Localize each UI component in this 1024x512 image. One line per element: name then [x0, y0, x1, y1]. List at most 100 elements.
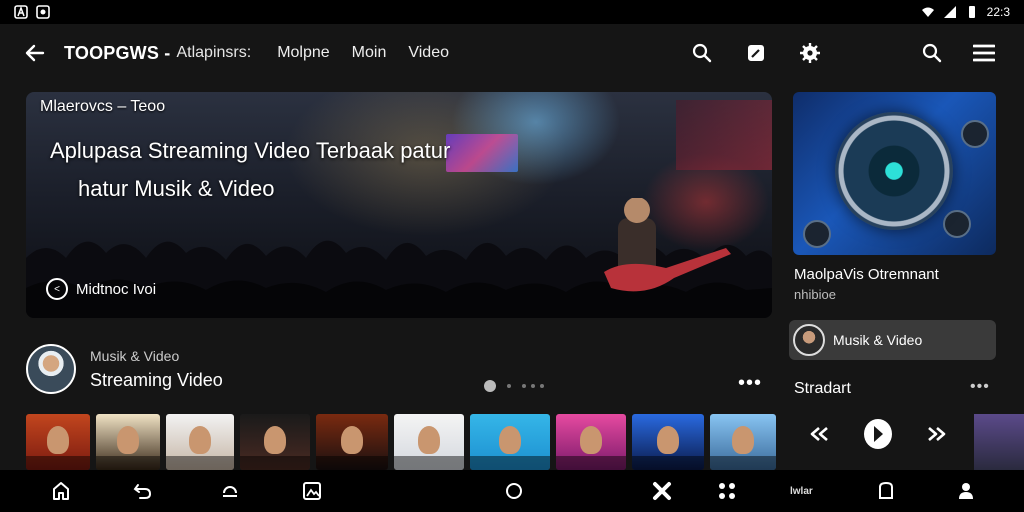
notification-a-icon — [14, 5, 28, 19]
apps-button[interactable] — [716, 480, 738, 502]
play-pause-button[interactable] — [864, 419, 892, 449]
avatar — [793, 324, 825, 356]
hero-headline-line2: hatur Musik & Video — [78, 176, 275, 201]
more-options-button[interactable]: ••• — [738, 372, 762, 395]
app-bar-actions — [684, 35, 1002, 71]
thumbnail-figure — [580, 426, 602, 454]
hero-badge-label: Midtnoc Ivoi — [76, 280, 157, 298]
concert-crowd-image — [26, 198, 772, 318]
hero-badge[interactable]: < Midtnoc Ivoi — [46, 278, 156, 300]
video-thumbnail[interactable] — [240, 414, 310, 470]
thumbnail-figure — [117, 426, 139, 454]
back-button[interactable] — [22, 40, 48, 66]
speaker-knob — [961, 120, 989, 148]
thumbnail-caption-band — [240, 456, 310, 470]
side-thumbnail[interactable] — [974, 414, 1024, 470]
video-thumbnail[interactable] — [394, 414, 464, 470]
edit-button[interactable] — [738, 35, 774, 71]
player-more-button[interactable]: ••• — [970, 378, 990, 396]
circle-icon — [506, 483, 522, 499]
user-icon — [959, 483, 973, 499]
channel-profile[interactable]: Musik & Video Streaming Video — [26, 344, 223, 394]
carousel-dot — [540, 384, 544, 388]
channel-text: Musik & Video Streaming Video — [90, 348, 223, 391]
hero-banner[interactable]: Mlaerovcs – Teoo Aplupasa Streaming Vide… — [26, 92, 772, 318]
thumbnail-caption-band — [394, 456, 464, 470]
thumbnail-caption-band — [166, 456, 234, 470]
video-thumbnail[interactable] — [632, 414, 704, 470]
circle-home-button[interactable] — [503, 480, 525, 502]
bottom-navigation: lwlar — [0, 470, 1024, 512]
video-thumbnail[interactable] — [96, 414, 160, 470]
thumbnail-figure — [499, 426, 521, 454]
status-bar: 22:3 — [0, 0, 1024, 24]
channel-category: Musik & Video — [90, 347, 180, 364]
avatar — [26, 344, 76, 394]
fast-forward-icon — [928, 427, 946, 441]
speaker-knob — [803, 220, 831, 248]
home-button[interactable] — [50, 480, 72, 502]
thumbnail-caption-band — [26, 456, 90, 470]
app-subtitle: Atlapinsrs: — [176, 44, 252, 61]
video-thumbnail[interactable] — [710, 414, 776, 470]
arrow-left-icon — [25, 44, 45, 62]
category-chip[interactable]: Musik & Video — [789, 320, 996, 360]
app-title: TOOPGWS - — [64, 42, 171, 63]
menu-button[interactable] — [966, 35, 1002, 71]
hero-headline-line1: Aplupasa Streaming Video Terbaak patur — [50, 138, 451, 163]
search-button[interactable] — [684, 35, 720, 71]
thumbnail-figure — [264, 426, 286, 454]
search-icon — [922, 43, 942, 63]
category-chip-label: Musik & Video — [833, 332, 923, 348]
search-button-secondary[interactable] — [914, 35, 950, 71]
video-thumbnail[interactable] — [556, 414, 626, 470]
stage-screen-right — [676, 100, 772, 170]
search-icon — [692, 43, 712, 63]
carousel-dot — [531, 384, 535, 388]
thumbnail-caption-band — [710, 456, 776, 470]
puzzle-button[interactable] — [651, 480, 673, 502]
settings-button[interactable] — [792, 35, 828, 71]
signal-icon — [943, 6, 956, 18]
thumbnail-figure — [47, 426, 69, 454]
undo-button[interactable] — [132, 480, 154, 502]
carousel-indicator[interactable] — [484, 380, 544, 392]
featured-album-card[interactable] — [793, 92, 996, 255]
speaker-knob — [943, 210, 971, 238]
hero-headline: Aplupasa Streaming Video Terbaak patur h… — [50, 132, 570, 208]
previous-button[interactable] — [806, 420, 834, 448]
thumbnail-figure — [189, 426, 211, 454]
nav-item-moin[interactable]: Moin — [352, 44, 387, 62]
gear-icon — [800, 43, 820, 63]
gallery-button[interactable] — [301, 480, 323, 502]
thumbnail-figure — [418, 426, 440, 454]
hero-kicker: Mlaerovcs – Teoo — [40, 98, 166, 115]
top-app-bar: TOOPGWS - Atlapinsrs: Molpne Moin Video — [0, 24, 1024, 82]
refresh-button[interactable] — [219, 480, 241, 502]
thumbnail-caption-band — [470, 456, 550, 470]
video-thumbnail[interactable] — [26, 414, 90, 470]
video-thumbnail[interactable] — [166, 414, 234, 470]
edit-icon — [748, 45, 764, 61]
battery-icon — [968, 6, 975, 18]
thumbnail-figure — [341, 426, 363, 454]
thumbnail-caption-band — [316, 456, 388, 470]
profile-button[interactable] — [955, 480, 977, 502]
video-thumbnail[interactable] — [316, 414, 388, 470]
carousel-dot-active — [484, 380, 496, 392]
vinyl-disc-image — [835, 112, 953, 230]
nav-item-video[interactable]: Video — [408, 44, 449, 62]
home-icon — [53, 482, 69, 500]
shield-button[interactable] — [875, 480, 897, 502]
video-thumbnail-row — [26, 414, 776, 470]
bottom-nav-mini-label[interactable]: lwlar — [790, 486, 813, 497]
player-section-title: Stradart — [794, 380, 851, 397]
carousel-dot — [507, 384, 511, 388]
video-thumbnail[interactable] — [470, 414, 550, 470]
next-button[interactable] — [922, 420, 950, 448]
apps-grid-icon — [719, 483, 735, 499]
top-nav: Molpne Moin Video — [277, 44, 449, 62]
notification-image-icon — [36, 5, 50, 19]
thumbnail-caption-band — [96, 456, 160, 470]
nav-item-molpne[interactable]: Molpne — [277, 44, 329, 62]
